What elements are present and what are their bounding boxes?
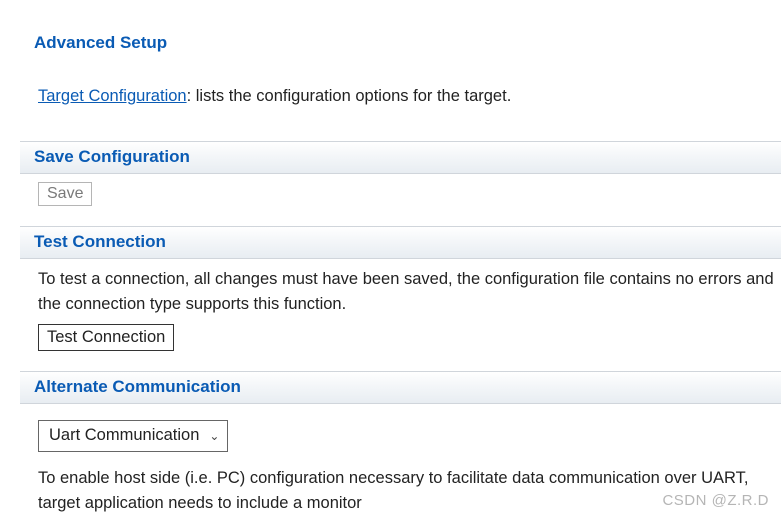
save-configuration-section: Save Configuration Save: [20, 141, 781, 220]
save-configuration-header: Save Configuration: [20, 141, 781, 174]
communication-select[interactable]: Uart Communication ⌄: [38, 420, 228, 452]
test-connection-button[interactable]: Test Connection: [38, 324, 174, 351]
config-panel: Advanced Setup Target Configuration: lis…: [0, 0, 781, 530]
advanced-setup-section: Advanced Setup Target Configuration: lis…: [20, 28, 781, 135]
test-connection-header: Test Connection: [20, 226, 781, 259]
test-connection-section: Test Connection To test a connection, al…: [20, 226, 781, 366]
chevron-down-icon: ⌄: [209, 428, 219, 445]
communication-select-value: Uart Communication: [49, 424, 199, 448]
alternate-communication-header: Alternate Communication: [20, 371, 781, 404]
target-configuration-link[interactable]: Target Configuration: [38, 87, 187, 105]
advanced-setup-header: Advanced Setup: [20, 28, 781, 57]
save-configuration-body: Save: [20, 174, 781, 220]
save-button[interactable]: Save: [38, 182, 92, 206]
target-configuration-desc: : lists the configuration options for th…: [187, 87, 512, 105]
alternate-communication-section: Alternate Communication Uart Communicati…: [20, 371, 781, 529]
test-connection-body: To test a connection, all changes must h…: [20, 259, 781, 366]
alternate-communication-desc: To enable host side (i.e. PC) configurat…: [38, 466, 781, 516]
alternate-communication-body: Uart Communication ⌄ To enable host side…: [20, 404, 781, 529]
advanced-setup-body: Target Configuration: lists the configur…: [20, 57, 781, 135]
test-connection-desc: To test a connection, all changes must h…: [38, 267, 781, 317]
